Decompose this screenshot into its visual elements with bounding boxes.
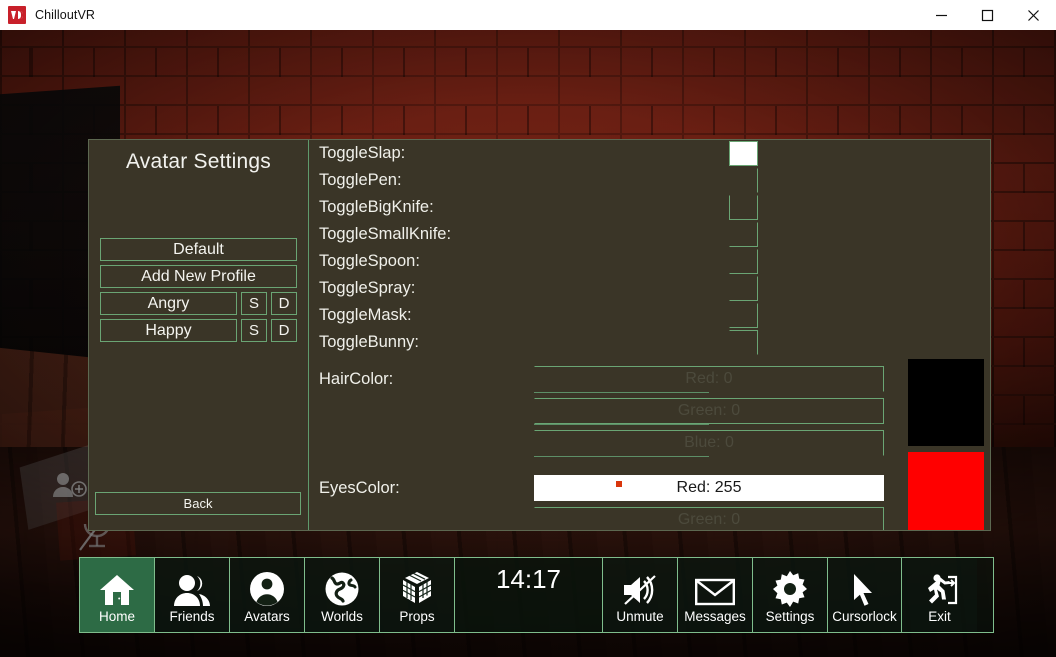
toggle-checkbox-spoon[interactable] — [729, 249, 758, 274]
globe-icon — [324, 567, 360, 607]
taskbar-label: Messages — [684, 608, 746, 624]
window-titlebar: ChilloutVR — [0, 0, 1056, 30]
slider-value: Green: 0 — [677, 402, 741, 419]
toggle-label: ToggleBigKnife: — [319, 198, 434, 216]
profile-list: Default Add New Profile Angry S D Happy … — [95, 238, 302, 342]
profile-row: Happy S D — [100, 319, 297, 342]
color-section-hair: HairColor: Red: 0 Green: 0 Blue: 0 — [319, 366, 990, 457]
profile-save-button-happy[interactable]: S — [241, 319, 267, 342]
profile-button-angry[interactable]: Angry — [100, 292, 237, 315]
house-icon — [98, 567, 136, 607]
slider-value: Green: 0 — [677, 511, 741, 528]
toggle-label: TogglePen: — [319, 171, 402, 189]
avatar-parameters-column: ToggleSlap: TogglePen: ToggleBigKnife: T… — [309, 140, 990, 530]
toggle-row-smallknife: ToggleSmallKnife: — [319, 221, 990, 248]
profile-button-happy[interactable]: Happy — [100, 319, 237, 342]
taskbar-label: Settings — [765, 608, 815, 624]
page-title: Avatar Settings — [125, 150, 272, 173]
toggle-checkbox-slap[interactable] — [729, 141, 758, 166]
profile-delete-button-angry[interactable]: D — [271, 292, 297, 315]
taskbar-label: Props — [399, 608, 435, 624]
toggle-checkbox-bigknife[interactable] — [729, 195, 758, 220]
taskbar-item-cursorlock[interactable]: Cursorlock — [828, 558, 902, 632]
toggle-label: ToggleBunny: — [319, 333, 419, 351]
speaker-muted-icon — [620, 567, 660, 607]
toggle-checkbox-spray[interactable] — [729, 276, 758, 301]
taskbar-clock: 14:17 — [455, 558, 603, 632]
toggle-checkbox-pen[interactable] — [729, 168, 758, 193]
slider-eyes-green[interactable]: Green: 0 — [534, 507, 884, 530]
toggle-label: ToggleSlap: — [319, 144, 406, 162]
color-swatch-hair[interactable] — [908, 359, 984, 446]
window-title: ChilloutVR — [35, 8, 96, 22]
clock-time: 14:17 — [495, 564, 562, 594]
people-icon — [172, 567, 212, 607]
gear-icon — [772, 567, 808, 607]
chilloutvr-logo-icon — [8, 6, 26, 24]
toggle-row-spoon: ToggleSpoon: — [319, 248, 990, 275]
cursor-arrow-icon — [850, 567, 880, 607]
profile-row: Angry S D — [100, 292, 297, 315]
toggle-label: ToggleSpoon: — [319, 252, 420, 270]
profile-button-default[interactable]: Default — [100, 238, 297, 261]
toggle-row-pen: TogglePen: — [319, 167, 990, 194]
app-root: ChilloutVR Avatar Settings Default Add N… — [0, 0, 1056, 657]
toggle-row-bunny: ToggleBunny: — [319, 329, 990, 356]
toggle-label: ToggleMask: — [319, 306, 412, 324]
taskbar-label: Home — [98, 608, 135, 624]
toggle-label: ToggleSpray: — [319, 279, 416, 297]
taskbar-label: Unmute — [616, 608, 664, 624]
toggle-checkbox-bunny[interactable] — [729, 330, 758, 355]
slider-value: Red: 255 — [676, 479, 742, 496]
toggle-row-slap: ToggleSlap: — [319, 140, 990, 167]
envelope-icon — [695, 567, 735, 607]
profile-save-button-angry[interactable]: S — [241, 292, 267, 315]
toggle-checkbox-mask[interactable] — [729, 303, 758, 328]
person-circle-icon — [249, 567, 285, 607]
taskbar-item-props[interactable]: Props — [380, 558, 455, 632]
toggle-row-spray: ToggleSpray: — [319, 275, 990, 302]
back-button[interactable]: Back — [95, 492, 301, 515]
taskbar-label: Cursorlock — [832, 608, 897, 624]
taskbar-item-exit[interactable]: Exit — [902, 558, 977, 632]
avatar-settings-panel: Avatar Settings Default Add New Profile … — [88, 139, 991, 531]
profiles-column: Avatar Settings Default Add New Profile … — [89, 140, 309, 530]
exit-door-icon — [921, 567, 959, 607]
taskbar-item-unmute[interactable]: Unmute — [603, 558, 678, 632]
slider-value: Red: 0 — [685, 370, 733, 387]
slider-hair-blue[interactable]: Blue: 0 — [534, 430, 884, 457]
taskbar-item-home[interactable]: Home — [80, 558, 155, 632]
taskbar-label: Exit — [928, 608, 951, 624]
toggle-label: ToggleSmallKnife: — [319, 225, 452, 243]
color-label-eyes: EyesColor: — [319, 479, 400, 497]
slider-hair-red[interactable]: Red: 0 — [534, 366, 884, 393]
taskbar-item-messages[interactable]: Messages — [678, 558, 753, 632]
window-controls — [918, 0, 1056, 30]
toggle-row-mask: ToggleMask: — [319, 302, 990, 329]
toggle-checkbox-smallknife[interactable] — [729, 222, 758, 247]
taskbar-label: Friends — [169, 608, 215, 624]
taskbar-item-friends[interactable]: Friends — [155, 558, 230, 632]
toggle-row-bigknife: ToggleBigKnife: — [319, 194, 990, 221]
add-new-profile-button[interactable]: Add New Profile — [100, 265, 297, 288]
color-section-eyes: EyesColor: Red: 255 Green: 0 — [319, 475, 990, 530]
color-swatch-eyes[interactable] — [908, 452, 984, 530]
taskbar-label: Avatars — [244, 608, 290, 624]
taskbar-label: Worlds — [321, 608, 363, 624]
color-label-hair: HairColor: — [319, 370, 394, 388]
slider-hair-green[interactable]: Green: 0 — [534, 398, 884, 425]
vr-pointer-cursor — [616, 481, 622, 487]
profile-delete-button-happy[interactable]: D — [271, 319, 297, 342]
close-button[interactable] — [1010, 0, 1056, 30]
cube-icon — [398, 567, 436, 607]
taskbar-item-settings[interactable]: Settings — [753, 558, 828, 632]
taskbar-item-worlds[interactable]: Worlds — [305, 558, 380, 632]
toggle-list: ToggleSlap: TogglePen: ToggleBigKnife: T… — [319, 140, 990, 356]
slider-value: Blue: 0 — [684, 434, 734, 451]
taskbar-item-avatars[interactable]: Avatars — [230, 558, 305, 632]
minimize-button[interactable] — [918, 0, 964, 30]
slider-eyes-red[interactable]: Red: 255 — [534, 475, 884, 501]
maximize-button[interactable] — [964, 0, 1010, 30]
quick-menu-taskbar: Home Friends Avatars Worlds Props 14:17 … — [79, 557, 994, 633]
